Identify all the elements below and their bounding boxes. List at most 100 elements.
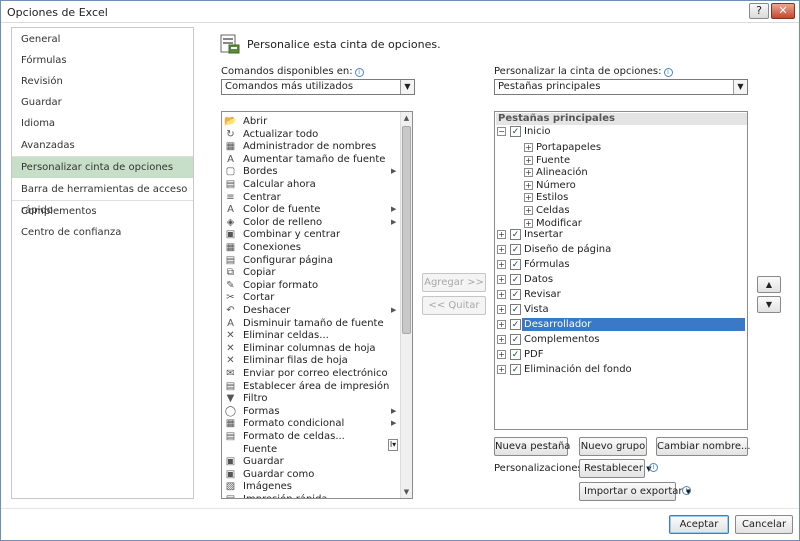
checkbox[interactable]: ✓	[510, 126, 521, 137]
info-icon[interactable]: i	[649, 463, 658, 472]
expand-icon[interactable]: +	[497, 305, 506, 314]
new-tab-button[interactable]: Nueva pestaña	[494, 437, 570, 456]
tree-group[interactable]: + Celdas	[496, 204, 747, 217]
nav-item[interactable]: Centro de confianza	[12, 222, 193, 243]
expand-icon[interactable]: +	[524, 218, 533, 228]
command-item[interactable]: ✎ Copiar formato	[222, 279, 402, 292]
command-item[interactable]: ◈ Color de relleno ▶	[222, 216, 402, 229]
command-item[interactable]: ✕ Eliminar celdas...	[222, 329, 402, 342]
expand-icon[interactable]: +	[497, 260, 506, 269]
command-item[interactable]: A Aumentar tamaño de fuente	[222, 153, 402, 166]
expand-icon[interactable]: +	[524, 155, 533, 165]
scroll-up-icon[interactable]: ▲	[401, 112, 412, 124]
available-commands-combo[interactable]: Comandos más utilizados ▼	[221, 79, 415, 95]
expand-icon[interactable]: +	[497, 335, 506, 344]
command-item[interactable]: ▦ Conexiones	[222, 241, 402, 254]
commands-scrollbar[interactable]: ▲ ▼	[400, 112, 412, 498]
tree-group[interactable]: + Portapapeles	[496, 141, 747, 154]
expand-icon[interactable]: +	[524, 193, 533, 203]
command-item[interactable]: ↻ Actualizar todo	[222, 128, 402, 141]
command-item[interactable]: ⧉ Copiar	[222, 266, 402, 279]
move-up-button[interactable]: ▲	[757, 276, 781, 293]
command-item[interactable]: ▤ Configurar página	[222, 254, 402, 267]
checkbox[interactable]: ✓	[510, 289, 521, 300]
command-item[interactable]: ◯ Formas ▶	[222, 405, 402, 418]
nav-item[interactable]: Avanzadas	[12, 135, 193, 156]
checkbox[interactable]: ✓	[510, 274, 521, 285]
chevron-down-icon[interactable]: ▼	[733, 80, 747, 94]
command-item[interactable]: ▤ Calcular ahora	[222, 178, 402, 191]
tree-tab[interactable]: + ✓ Desarrollador	[496, 318, 747, 331]
checkbox[interactable]: ✓	[510, 229, 521, 240]
command-item[interactable]: ▧ Imágenes	[222, 480, 402, 493]
command-item[interactable]: ▼ Filtro	[222, 392, 402, 405]
command-item[interactable]: ▦ Administrador de nombres	[222, 140, 402, 153]
scroll-down-icon[interactable]: ▼	[401, 486, 412, 498]
commands-list[interactable]: 📂 Abrir ↻ Actualizar todo ▦ Administrador de …	[221, 111, 413, 499]
expand-icon[interactable]: +	[497, 275, 506, 284]
command-item[interactable]: ✂ Cortar	[222, 291, 402, 304]
expand-icon[interactable]: +	[524, 206, 533, 215]
expand-icon[interactable]: +	[497, 245, 506, 254]
expand-icon[interactable]: +	[497, 290, 506, 299]
title-bar[interactable]: Opciones de Excel ? ✕	[1, 1, 799, 23]
checkbox[interactable]: ✓	[510, 334, 521, 345]
checkbox[interactable]: ✓	[510, 304, 521, 315]
command-item[interactable]: ▣ Combinar y centrar	[222, 228, 402, 241]
tree-group[interactable]: + Alineación	[496, 166, 747, 179]
ok-button[interactable]: Aceptar	[669, 515, 729, 534]
command-item[interactable]: ✕ Eliminar columnas de hoja	[222, 342, 402, 355]
nav-item[interactable]: Idioma	[12, 113, 193, 134]
nav-item[interactable]: Revisión	[12, 71, 193, 92]
help-button[interactable]: ?	[749, 3, 769, 19]
command-item[interactable]: ▢ Bordes ▶	[222, 165, 402, 178]
tree-tab[interactable]: + ✓ Complementos	[496, 333, 747, 346]
command-item[interactable]: Fuente	[222, 443, 402, 456]
command-item[interactable]: A Color de fuente ▶	[222, 203, 402, 216]
expand-icon[interactable]: +	[524, 168, 533, 178]
move-down-button[interactable]: ▼	[757, 296, 781, 313]
command-item[interactable]: ▤ Impresión rápida	[222, 493, 402, 498]
tree-tab[interactable]: + ✓ PDF	[496, 348, 747, 361]
tree-group[interactable]: + Estilos	[496, 191, 747, 204]
tree-tab[interactable]: + ✓ Vista	[496, 303, 747, 316]
tree-tab[interactable]: + ✓ Diseño de página	[496, 243, 747, 256]
command-item[interactable]: ▣ Guardar	[222, 455, 402, 468]
checkbox[interactable]: ✓	[510, 244, 521, 255]
command-item[interactable]: ↶ Deshacer ▶	[222, 304, 402, 317]
import-export-button[interactable]: Importar o exportar ▼	[579, 482, 691, 501]
cancel-button[interactable]: Cancelar	[735, 515, 793, 534]
info-icon[interactable]: i	[682, 486, 691, 495]
expand-icon[interactable]: +	[497, 320, 506, 329]
expand-icon[interactable]: +	[524, 180, 533, 190]
nav-item[interactable]: Guardar	[12, 92, 193, 113]
nav-item[interactable]: Barra de herramientas de acceso rápido	[12, 179, 193, 216]
tree-tab[interactable]: + ✓ Datos	[496, 273, 747, 286]
collapse-icon[interactable]: −	[497, 127, 506, 136]
tree-group[interactable]: + Fuente	[496, 154, 747, 167]
command-item[interactable]: ✕ Eliminar filas de hoja	[222, 354, 402, 367]
nav-item[interactable]: Personalizar cinta de opciones	[12, 157, 193, 178]
command-item[interactable]: ▤ Formato de celdas...	[222, 430, 402, 443]
tree-group[interactable]: + Número	[496, 179, 747, 192]
tree-tab-inicio[interactable]: − ✓ Inicio	[496, 125, 747, 138]
command-item[interactable]: 📂 Abrir	[222, 115, 402, 128]
nav-item[interactable]: Fórmulas	[12, 50, 193, 71]
command-item[interactable]: ▣ Guardar como	[222, 468, 402, 481]
expand-icon[interactable]: +	[497, 230, 506, 239]
command-item[interactable]: ▤ Establecer área de impresión	[222, 380, 402, 393]
tree-tab[interactable]: + ✓ Revisar	[496, 288, 747, 301]
expand-icon[interactable]: +	[524, 143, 533, 152]
add-button[interactable]: Agregar >>	[422, 273, 486, 292]
checkbox[interactable]: ✓	[510, 319, 521, 330]
checkbox[interactable]: ✓	[510, 364, 521, 375]
info-icon[interactable]: i	[663, 68, 673, 77]
tree-tab[interactable]: + ✓ Insertar	[496, 228, 747, 241]
command-item[interactable]: ✉ Enviar por correo electrónico	[222, 367, 402, 380]
customize-ribbon-combo[interactable]: Pestañas principales ▼	[494, 79, 748, 95]
expand-icon[interactable]: +	[497, 365, 506, 374]
remove-button[interactable]: << Quitar	[422, 296, 486, 315]
nav-item[interactable]: General	[12, 29, 193, 50]
command-item[interactable]: A Disminuir tamaño de fuente	[222, 317, 402, 330]
chevron-down-icon[interactable]: ▼	[400, 80, 414, 94]
